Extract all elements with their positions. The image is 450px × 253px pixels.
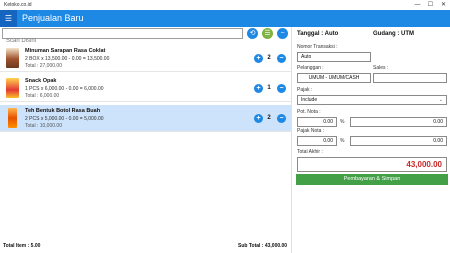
pajak-label: Pajak : <box>297 87 313 93</box>
total-akhir-label: Total Akhir : <box>297 149 323 155</box>
total-item-label: Total Item : 5.00 <box>3 243 41 249</box>
nomor-transaksi-label: Nomor Transaksi : <box>297 44 338 50</box>
item-total: Total : 10,000.00 <box>25 123 62 129</box>
transaction-panel: Tanggal : Auto Gudang : UTM Nomor Transa… <box>291 27 450 253</box>
sync-icon[interactable]: ⟲ <box>247 28 258 39</box>
app-title: Ketoko.co.id <box>4 2 32 8</box>
percent-sign: % <box>340 119 345 125</box>
item-detail: 2 BOX x 13,500.00 - 0.00 = 13,500.00 <box>25 56 110 62</box>
product-image <box>8 108 17 128</box>
list-icon[interactable]: ☰ <box>262 28 273 39</box>
pot-nota-label: Pot. Nota : <box>297 109 321 115</box>
sub-total-label: Sub Total : 43,000.00 <box>238 243 288 249</box>
cart-item[interactable]: Minuman Sarapan Rasa Coklat 2 BOX x 13,5… <box>0 45 291 72</box>
item-qty: 2 <box>267 55 271 61</box>
page-title: Penjualan Baru <box>22 13 84 23</box>
item-qty: 2 <box>267 115 271 121</box>
decrease-qty-icon[interactable]: − <box>277 84 286 93</box>
sales-field[interactable] <box>373 73 447 83</box>
gudang-label: Gudang : UTM <box>373 31 414 37</box>
chevron-down-icon: ⌄ <box>438 97 443 103</box>
percent-sign: % <box>340 138 345 144</box>
remove-icon[interactable]: − <box>277 28 288 39</box>
title-bar: Ketoko.co.id — ☐ ✕ <box>0 0 450 10</box>
item-total: Total : 27,000.00 <box>25 63 62 69</box>
cart-item[interactable]: Snack Opak 1 PCS x 6,000.00 - 0.00 = 6,0… <box>0 75 291 102</box>
increase-qty-icon[interactable]: + <box>254 114 263 123</box>
cart-panel: ⟲ ☰ − Minuman Sarapan Rasa Coklat 2 BOX … <box>0 27 291 253</box>
increase-qty-icon[interactable]: + <box>254 84 263 93</box>
pot-nota-percent-field[interactable]: 0.00 <box>297 117 337 127</box>
decrease-qty-icon[interactable]: − <box>277 114 286 123</box>
increase-qty-icon[interactable]: + <box>254 54 263 63</box>
pajak-nota-label: Pajak Nota : <box>297 128 325 134</box>
pajak-nota-amount-field[interactable]: 0.00 <box>350 136 447 146</box>
item-qty: 1 <box>267 85 271 91</box>
window-controls: — ☐ ✕ <box>411 0 450 10</box>
total-akhir-value: 43,000.00 <box>297 157 447 172</box>
item-name: Minuman Sarapan Rasa Coklat <box>25 48 106 54</box>
close-icon[interactable]: ✕ <box>437 0 450 10</box>
pelanggan-label: Pelanggan : <box>297 65 324 71</box>
pajak-selected-value: Include <box>301 97 318 103</box>
maximize-icon[interactable]: ☐ <box>424 0 437 10</box>
minimize-icon[interactable]: — <box>411 0 424 10</box>
item-detail: 1 PCS x 6,000.00 - 0.00 = 6,000.00 <box>25 86 104 92</box>
item-name: Snack Opak <box>25 78 57 84</box>
product-image <box>6 78 19 98</box>
pajak-select[interactable]: Include ⌄ <box>297 95 447 105</box>
tanggal-label: Tanggal : Auto <box>297 31 339 37</box>
search-box <box>2 28 243 46</box>
cart-item-selected[interactable]: Teh Bentuk Botol Rasa Buah 2 PCS x 5,000… <box>0 105 291 132</box>
item-detail: 2 PCS x 5,000.00 - 0.00 = 5,000.00 <box>25 116 104 122</box>
hamburger-menu-icon[interactable]: ☰ <box>0 10 17 27</box>
pajak-nota-percent-field[interactable]: 0.00 <box>297 136 337 146</box>
pembayaran-simpan-button[interactable]: Pembayaran & Simpan <box>296 174 448 185</box>
sales-label: Sales : <box>373 65 389 71</box>
pot-nota-amount-field[interactable]: 0.00 <box>350 117 447 127</box>
app-header: ☰ Penjualan Baru <box>0 10 450 27</box>
decrease-qty-icon[interactable]: − <box>277 54 286 63</box>
product-image <box>6 48 19 68</box>
item-name: Teh Bentuk Botol Rasa Buah <box>25 108 101 114</box>
item-total: Total : 6,000.00 <box>25 93 60 99</box>
nomor-transaksi-field[interactable]: Auto <box>297 52 371 62</box>
pelanggan-field[interactable]: UMUM - UMUM/CASH <box>297 73 371 83</box>
